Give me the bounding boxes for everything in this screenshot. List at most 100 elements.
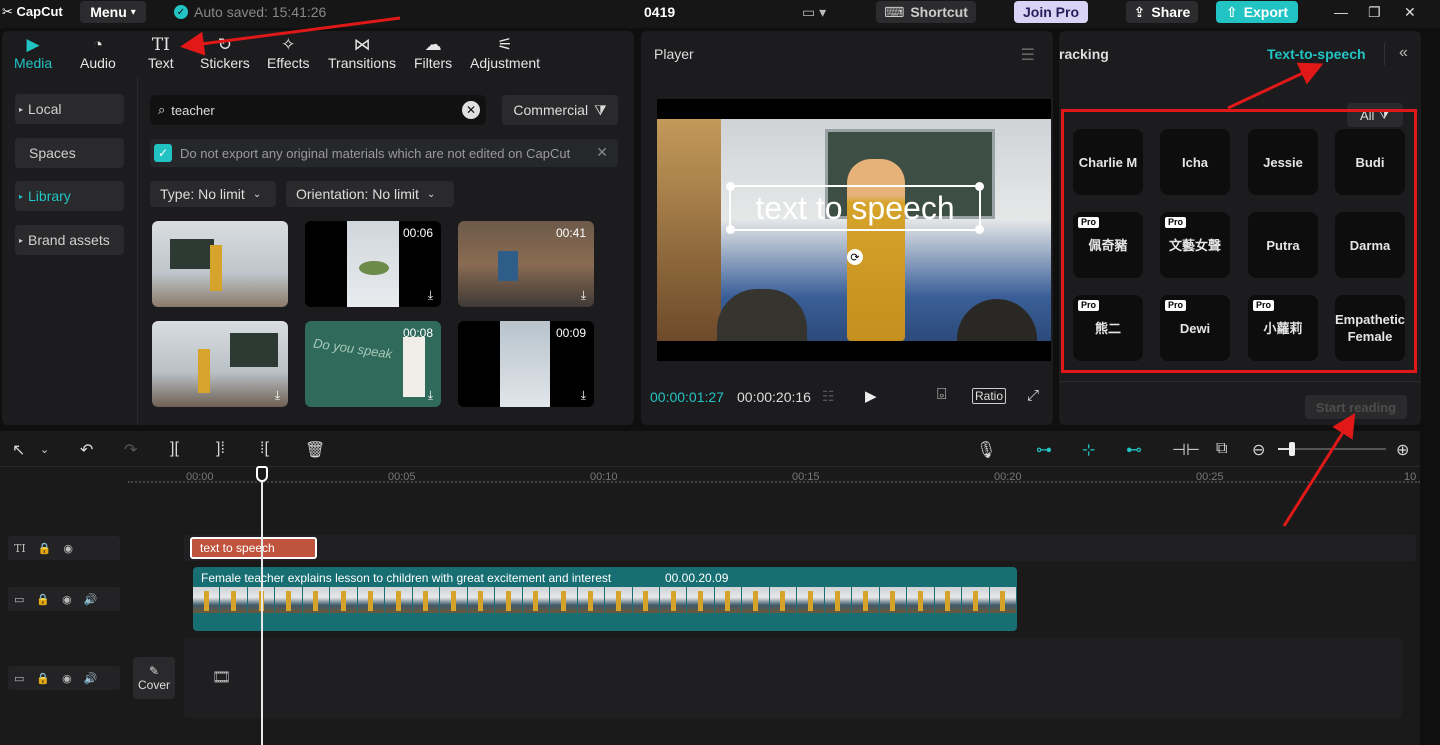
sidebar-item-library[interactable]: ▸ Library xyxy=(15,181,124,211)
playhead-handle[interactable] xyxy=(256,466,268,482)
preview-axis-icon[interactable]: ⧉ xyxy=(1216,440,1227,458)
download-icon[interactable]: ⤓ xyxy=(428,388,433,403)
delete-icon[interactable]: 🗑 xyxy=(305,440,325,460)
media-thumbnail[interactable]: ⤓ xyxy=(152,321,288,407)
type-filter[interactable]: Type: No limit ⌄ xyxy=(150,181,276,207)
split-left-icon[interactable]: ]⁞ xyxy=(216,440,225,458)
tab-stickers[interactable]: ↻ Stickers xyxy=(200,35,250,71)
shortcut-button[interactable]: ⌨ Shortcut xyxy=(876,1,976,23)
commercial-filter[interactable]: Commercial ⧩ xyxy=(502,95,618,125)
media-thumbnail[interactable]: 00:41 ⤓ xyxy=(458,221,594,307)
zoom-in-icon[interactable]: ⊕ xyxy=(1396,440,1409,460)
align-icon[interactable]: ⊣⊢ xyxy=(1172,440,1200,460)
sidebar-item-label: Library xyxy=(28,188,71,204)
layout-icon[interactable]: ▭ ▾ xyxy=(802,4,826,21)
tab-filters[interactable]: ☁ Filters xyxy=(414,35,452,71)
video-preview[interactable]: text to speech ⟳ xyxy=(657,99,1051,361)
speaker-icon[interactable]: 🔊 xyxy=(84,593,98,606)
playhead[interactable] xyxy=(261,468,263,745)
tab-audio[interactable]: ◔ Audio xyxy=(80,35,116,71)
tab-tracking[interactable]: racking xyxy=(1059,46,1109,62)
resize-handle[interactable] xyxy=(726,182,735,191)
eye-icon[interactable]: ◉ xyxy=(63,542,73,555)
close-notice-icon[interactable]: ✕ xyxy=(596,144,608,161)
download-icon[interactable]: ⤓ xyxy=(275,388,280,403)
undo-icon[interactable]: ↶ xyxy=(80,440,93,460)
download-icon[interactable]: ⤓ xyxy=(581,288,586,303)
chevron-down-icon[interactable]: ⌄ xyxy=(40,443,49,456)
split-right-icon[interactable]: ⁞[ xyxy=(260,440,269,458)
collapse-icon[interactable]: « xyxy=(1399,44,1408,62)
text-clip[interactable]: text to speech xyxy=(190,537,317,559)
eye-icon[interactable]: ◉ xyxy=(62,672,72,685)
hamburger-menu-icon[interactable]: ☰ xyxy=(1021,45,1035,65)
top-bar: ✂ CapCut Menu ▾ ✓ Auto saved: 15:41:26 041… xyxy=(0,0,1440,28)
export-button[interactable]: ⇧ Export xyxy=(1216,1,1298,23)
select-cursor-icon[interactable]: ↖ xyxy=(12,440,25,460)
time-ruler[interactable]: 00:00 00:05 00:10 00:15 00:20 00:25 10 xyxy=(128,467,1420,491)
snap-icon[interactable]: ⊹ xyxy=(1082,440,1095,460)
resize-handle[interactable] xyxy=(975,225,984,234)
cover-button[interactable]: ✎ Cover xyxy=(133,657,175,699)
split-icon[interactable]: ][ xyxy=(170,440,179,458)
grid-icon[interactable]: ☷ xyxy=(822,388,835,405)
download-icon[interactable]: ⤓ xyxy=(428,288,433,303)
project-name[interactable]: 0419 xyxy=(644,4,675,20)
main-track-lane[interactable]: 🎞 xyxy=(184,638,1402,718)
tab-text[interactable]: TI Text xyxy=(148,35,174,71)
search-icon: ⌕ xyxy=(158,102,166,117)
text-overlay[interactable]: text to speech xyxy=(726,182,984,234)
download-icon[interactable]: ⤓ xyxy=(581,388,586,403)
join-pro-button[interactable]: Join Pro xyxy=(1014,1,1088,23)
restore-icon[interactable]: ❐ xyxy=(1368,4,1381,21)
expand-icon[interactable]: ⤢ xyxy=(1027,387,1039,404)
sidebar-item-brand-assets[interactable]: ▸ Brand assets xyxy=(15,225,124,255)
tab-effects[interactable]: ✧ Effects xyxy=(267,35,310,71)
video-clip[interactable]: Female teacher explains lesson to childr… xyxy=(193,567,1017,631)
share-label: Share xyxy=(1151,4,1191,20)
orientation-filter[interactable]: Orientation: No limit ⌄ xyxy=(286,181,454,207)
lock-icon[interactable]: 🔒 xyxy=(36,672,50,685)
tab-text-to-speech[interactable]: Text-to-speech xyxy=(1267,46,1366,62)
share-button[interactable]: ⇪ Share xyxy=(1126,1,1198,23)
linkage-icon[interactable]: ⊷ xyxy=(1126,440,1142,460)
effects-icon: ✧ xyxy=(281,35,296,54)
resize-handle[interactable] xyxy=(726,225,735,234)
export-label: Export xyxy=(1243,4,1289,20)
tab-transitions[interactable]: ⋈ Transitions xyxy=(328,35,396,71)
filmstrip-frame xyxy=(879,587,908,613)
magnet-link-icon[interactable]: ⊶ xyxy=(1036,440,1052,460)
zoom-out-icon[interactable]: ⊖ xyxy=(1252,440,1265,460)
speaker-icon[interactable]: 🔊 xyxy=(84,672,98,685)
zoom-slider-thumb[interactable] xyxy=(1289,442,1295,456)
tab-media[interactable]: ▶ Media xyxy=(14,35,52,71)
play-icon[interactable]: ▶ xyxy=(865,387,877,405)
redo-icon[interactable]: ↷ xyxy=(124,440,137,460)
close-icon[interactable]: ✕ xyxy=(1404,4,1416,21)
media-thumbnail[interactable]: 00:06 ⤓ xyxy=(305,221,441,307)
tab-adjustment[interactable]: ⚟ Adjustment xyxy=(470,35,540,71)
filmstrip-frame xyxy=(193,587,221,613)
clear-search-icon[interactable]: ✕ xyxy=(462,101,480,119)
video-track-icon: ▭ xyxy=(14,672,25,685)
zoom-slider[interactable] xyxy=(1278,442,1386,456)
microphone-icon[interactable]: 🎙 xyxy=(976,440,996,460)
menu-label: Menu xyxy=(90,4,127,20)
media-thumbnail[interactable]: Do you speak 00:08 ⤓ xyxy=(305,321,441,407)
checkbox-icon[interactable]: ✓ xyxy=(154,144,172,162)
fullscreen-focus-icon[interactable]: ⌻ xyxy=(937,386,947,404)
media-thumbnail[interactable]: 00:09 ⤓ xyxy=(458,321,594,407)
start-reading-button[interactable]: Start reading xyxy=(1305,395,1407,419)
minimize-icon[interactable]: — xyxy=(1334,4,1348,20)
menu-button[interactable]: Menu ▾ xyxy=(80,1,146,23)
eye-icon[interactable]: ◉ xyxy=(62,593,72,606)
media-thumbnail[interactable] xyxy=(152,221,288,307)
resize-handle[interactable] xyxy=(975,182,984,191)
lock-icon[interactable]: 🔒 xyxy=(36,593,50,606)
ratio-button[interactable]: Ratio xyxy=(972,388,1007,404)
sidebar-item-spaces[interactable]: Spaces xyxy=(15,138,124,168)
rotate-handle-icon[interactable]: ⟳ xyxy=(847,249,863,265)
lock-icon[interactable]: 🔒 xyxy=(38,542,52,555)
search-input[interactable]: ⌕ teacher ✕ xyxy=(150,95,486,125)
sidebar-item-local[interactable]: ▸ Local xyxy=(15,94,124,124)
